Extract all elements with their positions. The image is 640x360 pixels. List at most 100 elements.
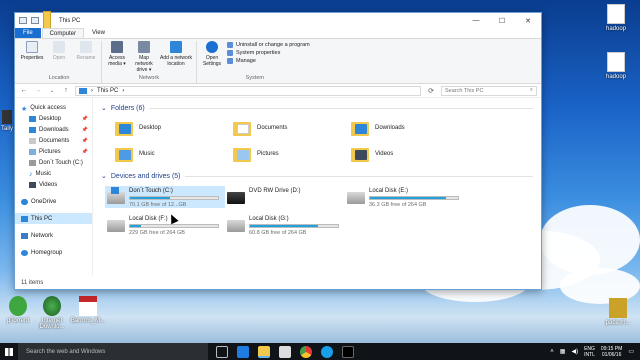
- properties-button[interactable]: Properties: [20, 41, 44, 75]
- properties-icon: [26, 41, 38, 53]
- drive-e[interactable]: Local Disk (E:) 36.3 GB free of 264 GB: [345, 186, 465, 208]
- item-count: 11 items: [21, 280, 44, 286]
- taskbar-search-box[interactable]: Search the web and Windows: [18, 343, 208, 360]
- chrome-icon[interactable]: [300, 345, 312, 358]
- open-button[interactable]: Open: [47, 41, 71, 75]
- drive-g[interactable]: Local Disk (G:) 60.8 GB free of 264 GB: [225, 214, 345, 236]
- nav-dont-touch-drive[interactable]: Don`t Touch (C:): [15, 157, 92, 168]
- rename-icon: [80, 41, 92, 53]
- nav-music[interactable]: ♪ Music: [15, 168, 92, 179]
- nav-onedrive[interactable]: OneDrive: [15, 196, 92, 207]
- desktop-icon-pace[interactable]: pace.m...: [600, 298, 636, 326]
- nav-label: Downloads: [39, 126, 69, 133]
- language-code: ENG: [584, 345, 595, 352]
- desktop-icon-internet-download[interactable]: Internet Downlo...: [34, 296, 70, 330]
- store-icon[interactable]: [279, 345, 291, 358]
- taskbar-clock[interactable]: 09:15 PM 01/06/16: [601, 346, 622, 358]
- desktop-icon-utorrent[interactable]: µTorrent: [0, 296, 36, 324]
- start-button[interactable]: [0, 347, 18, 356]
- back-button[interactable]: ←: [19, 87, 29, 94]
- folder-downloads[interactable]: Downloads: [351, 118, 469, 138]
- drives-section-header[interactable]: ⌄ Devices and drives (5): [101, 170, 533, 182]
- search-input[interactable]: Search This PC ⌕: [441, 85, 537, 96]
- skype-icon[interactable]: [321, 345, 333, 358]
- nav-documents[interactable]: Documents 📌: [15, 135, 92, 146]
- tab-view[interactable]: View: [85, 28, 112, 38]
- input-language-indicator[interactable]: ENG INTL: [584, 346, 595, 358]
- maximize-button[interactable]: ☐: [489, 13, 515, 28]
- search-placeholder: Search This PC: [445, 87, 484, 94]
- windows-logo-icon: [5, 347, 13, 356]
- nav-label: Desktop: [39, 115, 62, 122]
- address-field[interactable]: › This PC ›: [75, 85, 421, 96]
- task-view-icon[interactable]: [216, 345, 228, 358]
- drive-d[interactable]: DVD RW Drive (D:): [225, 186, 345, 208]
- manage-button[interactable]: Manage: [227, 58, 310, 64]
- map-network-drive-button[interactable]: Map network drive ▾: [132, 41, 156, 75]
- desktop-icon-tally[interactable]: Tally: [0, 110, 14, 132]
- properties-qat-icon[interactable]: [31, 17, 39, 24]
- desktop-icon-hadoop-2[interactable]: hadoop: [598, 52, 634, 80]
- up-button[interactable]: ↑: [61, 87, 71, 94]
- group-label-network: Network: [138, 75, 160, 81]
- breadcrumb-this-pc[interactable]: This PC: [97, 88, 118, 94]
- minimize-button[interactable]: —: [463, 13, 489, 28]
- folder-music[interactable]: Music: [115, 144, 233, 164]
- folder-desktop[interactable]: Desktop: [115, 118, 233, 138]
- nav-label: Music: [35, 170, 52, 177]
- drive-c[interactable]: Don`t Touch (C:) 70.1 GB free of 12...GB: [105, 186, 225, 208]
- file-explorer-window: This PC — ☐ ✕ File Computer View Propert…: [14, 10, 542, 290]
- folders-grid: Desktop Documents Downloads Music Pictur…: [101, 114, 533, 170]
- folders-section-header[interactable]: ⌄ Folders (6): [101, 102, 533, 114]
- nav-desktop[interactable]: Desktop 📌: [15, 113, 92, 124]
- manage-icon: [227, 58, 233, 64]
- folder-pictures[interactable]: Pictures: [233, 144, 351, 164]
- drive-free-space: 60.8 GB free of 264 GB: [249, 230, 307, 236]
- nav-this-pc[interactable]: This PC: [15, 213, 92, 224]
- nav-pictures[interactable]: Pictures 📌: [15, 146, 92, 157]
- nav-homegroup[interactable]: Homegroup: [15, 247, 92, 258]
- tally-icon: [2, 110, 12, 124]
- status-bar: 11 items: [15, 277, 541, 289]
- forward-button[interactable]: →: [33, 87, 43, 94]
- gear-icon: [206, 41, 218, 53]
- documents-folder-icon: [233, 120, 251, 136]
- desktop-icon-label: hadoop: [605, 26, 627, 32]
- nav-videos[interactable]: Videos: [15, 179, 92, 190]
- edge-icon[interactable]: [237, 345, 249, 358]
- desktop-icon-barrons[interactable]: Barrons_M...: [70, 296, 106, 324]
- desktop-icon-hadoop-1[interactable]: hadoop: [598, 4, 634, 32]
- show-hidden-icons-icon[interactable]: ˄: [550, 349, 554, 355]
- nav-label: Videos: [39, 181, 58, 188]
- drive-free-space: 36.3 GB free of 264 GB: [369, 202, 427, 208]
- system-properties-button[interactable]: System properties: [227, 50, 310, 56]
- tab-file[interactable]: File: [15, 28, 41, 38]
- rename-button[interactable]: Rename: [74, 41, 98, 75]
- command-prompt-icon[interactable]: [342, 345, 354, 358]
- network-status-icon[interactable]: ▦: [560, 348, 566, 355]
- recent-locations-button[interactable]: ⌄: [47, 88, 57, 94]
- folder-label: Downloads: [375, 125, 405, 131]
- folder-documents[interactable]: Documents: [233, 118, 351, 138]
- open-settings-button[interactable]: Open Settings: [200, 41, 224, 75]
- file-explorer-icon[interactable]: [258, 345, 270, 358]
- title-bar[interactable]: This PC — ☐ ✕: [15, 10, 541, 31]
- folder-videos[interactable]: Videos: [351, 144, 469, 164]
- access-media-button[interactable]: Access media ▾: [105, 41, 129, 75]
- nav-label: Documents: [39, 137, 70, 144]
- nav-network[interactable]: Network: [15, 230, 92, 241]
- volume-icon[interactable]: ◀): [571, 348, 578, 355]
- add-network-location-button[interactable]: Add a network location: [159, 41, 193, 75]
- map-drive-label: Map network drive ▾: [135, 55, 153, 73]
- tab-computer[interactable]: Computer: [41, 28, 85, 38]
- notifications-icon[interactable]: ▭: [628, 348, 634, 355]
- uninstall-program-button[interactable]: Uninstall or change a program: [227, 42, 310, 48]
- drive-f[interactable]: Local Disk (F:) 229 GB free of 264 GB: [105, 214, 225, 236]
- refresh-button[interactable]: ⟳: [425, 87, 437, 95]
- hard-drive-icon: [227, 220, 245, 232]
- drive-usage-bar: [129, 224, 219, 228]
- desktop-folder-icon: [29, 115, 36, 122]
- nav-downloads[interactable]: Downloads 📌: [15, 124, 92, 135]
- close-button[interactable]: ✕: [515, 13, 541, 28]
- nav-quick-access[interactable]: ★ Quick access: [15, 102, 92, 113]
